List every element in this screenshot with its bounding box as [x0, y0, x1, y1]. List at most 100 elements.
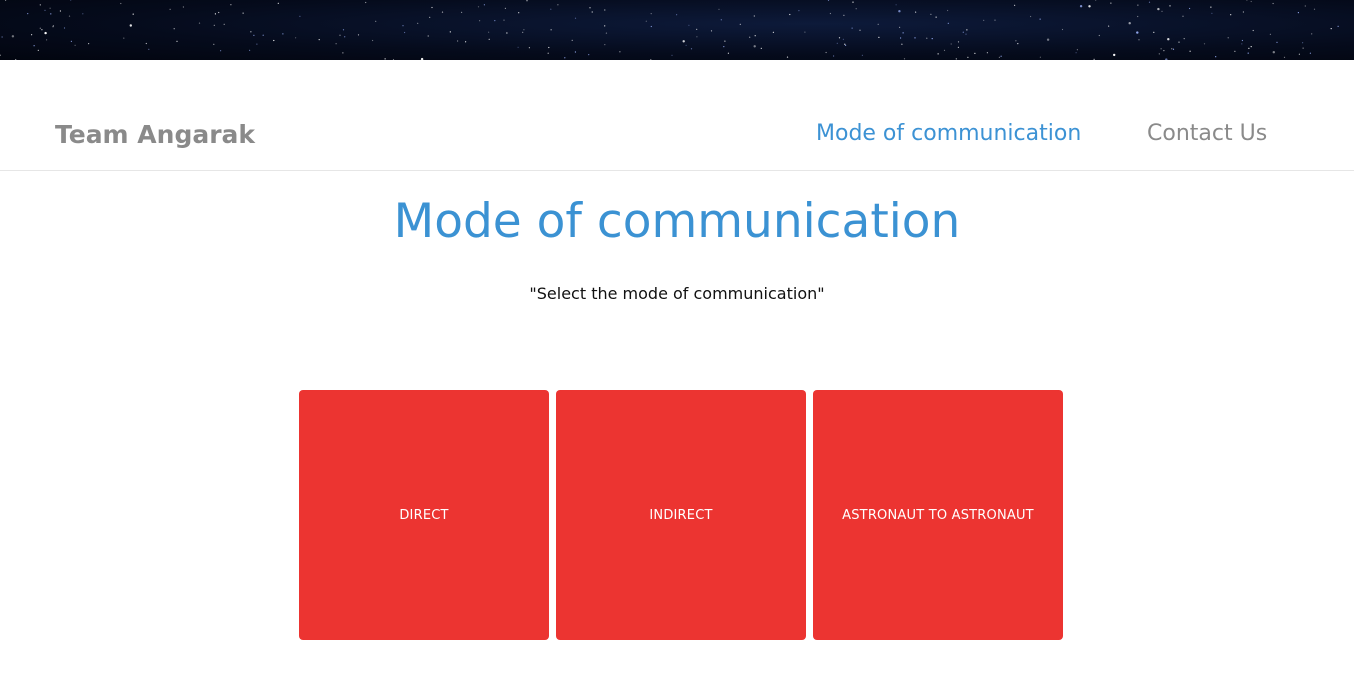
star — [372, 39, 374, 42]
star — [1017, 43, 1019, 45]
star — [250, 31, 252, 33]
star — [998, 56, 1001, 58]
star — [604, 9, 606, 11]
star — [1014, 4, 1016, 6]
star — [1241, 43, 1243, 45]
star — [1248, 47, 1250, 50]
star — [591, 11, 593, 13]
page-title: Mode of communication — [393, 194, 961, 249]
star — [214, 13, 216, 15]
star — [957, 46, 960, 49]
star — [547, 52, 549, 54]
star — [986, 52, 989, 54]
star — [760, 47, 762, 50]
star — [145, 42, 147, 45]
star — [878, 36, 880, 39]
star — [213, 43, 215, 45]
star — [1276, 41, 1278, 44]
star — [1172, 48, 1175, 50]
star — [457, 40, 459, 42]
star — [1015, 40, 1017, 42]
star — [943, 49, 946, 52]
star — [249, 49, 251, 51]
star — [402, 25, 404, 27]
star — [937, 53, 939, 55]
star — [37, 49, 39, 52]
star — [1246, 0, 1248, 1]
star — [1241, 39, 1243, 42]
mode-options: DIRECT INDIRECT ASTRONAUT TO ASTRONAUT — [299, 390, 1063, 640]
star — [1311, 33, 1313, 35]
star — [218, 11, 220, 14]
star — [41, 29, 43, 31]
star — [1189, 7, 1191, 10]
star — [574, 17, 577, 19]
star — [685, 44, 687, 47]
star — [877, 23, 879, 25]
star — [718, 8, 720, 10]
star — [1, 36, 3, 38]
star — [488, 31, 490, 33]
star — [967, 56, 969, 58]
star — [1203, 43, 1206, 45]
brand-logo-text[interactable]: Team Angarak — [55, 120, 255, 150]
star — [898, 10, 901, 13]
star — [1298, 53, 1300, 55]
star — [671, 54, 673, 56]
star — [132, 13, 134, 15]
star — [1304, 5, 1306, 7]
star — [1075, 52, 1077, 54]
star — [1088, 5, 1091, 8]
star — [1247, 52, 1249, 54]
star — [902, 32, 904, 34]
star — [564, 57, 566, 59]
option-direct-button[interactable]: DIRECT — [299, 390, 549, 640]
star — [1079, 5, 1083, 8]
star — [404, 31, 406, 34]
star — [935, 16, 937, 18]
star — [504, 7, 506, 9]
star — [710, 30, 713, 32]
star — [947, 22, 949, 24]
star — [256, 43, 258, 45]
star — [1215, 56, 1217, 58]
star — [739, 23, 741, 25]
star — [506, 32, 508, 34]
star — [494, 20, 496, 22]
star — [619, 51, 621, 53]
nav-link-contact-us[interactable]: Contact Us — [1147, 120, 1267, 148]
star — [1161, 10, 1163, 12]
star — [63, 27, 66, 29]
star — [479, 20, 481, 22]
star — [789, 13, 791, 16]
star — [299, 15, 301, 17]
star — [46, 39, 48, 41]
star — [1076, 49, 1078, 51]
star — [965, 33, 967, 35]
star — [477, 6, 480, 8]
nav-link-mode-of-communication[interactable]: Mode of communication — [816, 120, 1081, 148]
star — [1227, 37, 1229, 39]
star — [441, 11, 444, 13]
star — [1269, 33, 1271, 35]
star — [962, 31, 964, 33]
star — [827, 0, 830, 1]
star — [1110, 2, 1112, 4]
star — [253, 34, 255, 36]
star — [1108, 25, 1110, 27]
option-astronaut-to-astronaut-button[interactable]: ASTRONAUT TO ASTRONAUT — [813, 390, 1063, 640]
starfield-banner — [0, 0, 1354, 60]
star — [983, 19, 985, 21]
star — [650, 13, 652, 15]
star — [522, 31, 524, 33]
star — [82, 13, 84, 15]
starfield-image — [0, 0, 1339, 60]
star — [696, 28, 698, 30]
star — [1158, 53, 1160, 55]
star — [282, 33, 284, 35]
star — [851, 27, 853, 29]
star — [901, 43, 903, 45]
option-indirect-button[interactable]: INDIRECT — [556, 390, 806, 640]
star — [1061, 28, 1064, 31]
star — [1189, 50, 1191, 52]
